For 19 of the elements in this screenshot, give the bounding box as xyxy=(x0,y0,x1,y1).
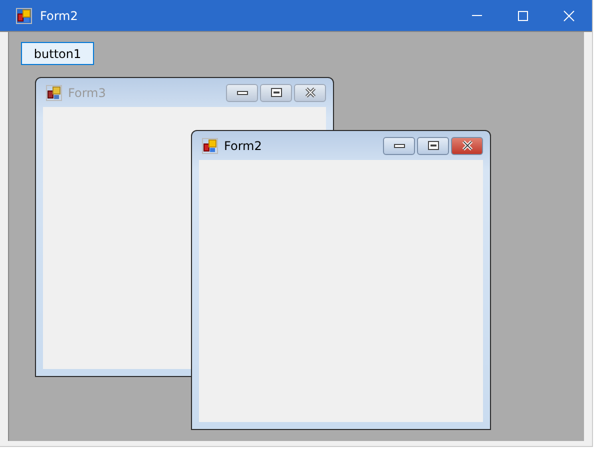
window-title: Form2 xyxy=(40,8,79,22)
button1-button[interactable]: button1 xyxy=(21,42,94,65)
form-icon xyxy=(16,8,32,24)
close-icon xyxy=(563,10,575,22)
restore-icon xyxy=(270,88,282,97)
minimize-icon xyxy=(472,15,482,16)
restore-icon xyxy=(428,141,438,150)
form-icon xyxy=(46,84,62,100)
window-title: Form3 xyxy=(68,86,107,100)
close-icon xyxy=(462,140,472,151)
close-button[interactable] xyxy=(451,136,483,154)
close-icon xyxy=(304,87,316,98)
minimize-button[interactable] xyxy=(383,136,415,154)
window-title: Form2 xyxy=(224,138,263,152)
form-icon xyxy=(202,138,218,154)
minimize-icon xyxy=(236,90,248,94)
minimize-icon xyxy=(394,144,404,148)
maximize-icon xyxy=(517,10,529,22)
maximize-button[interactable] xyxy=(417,136,449,154)
